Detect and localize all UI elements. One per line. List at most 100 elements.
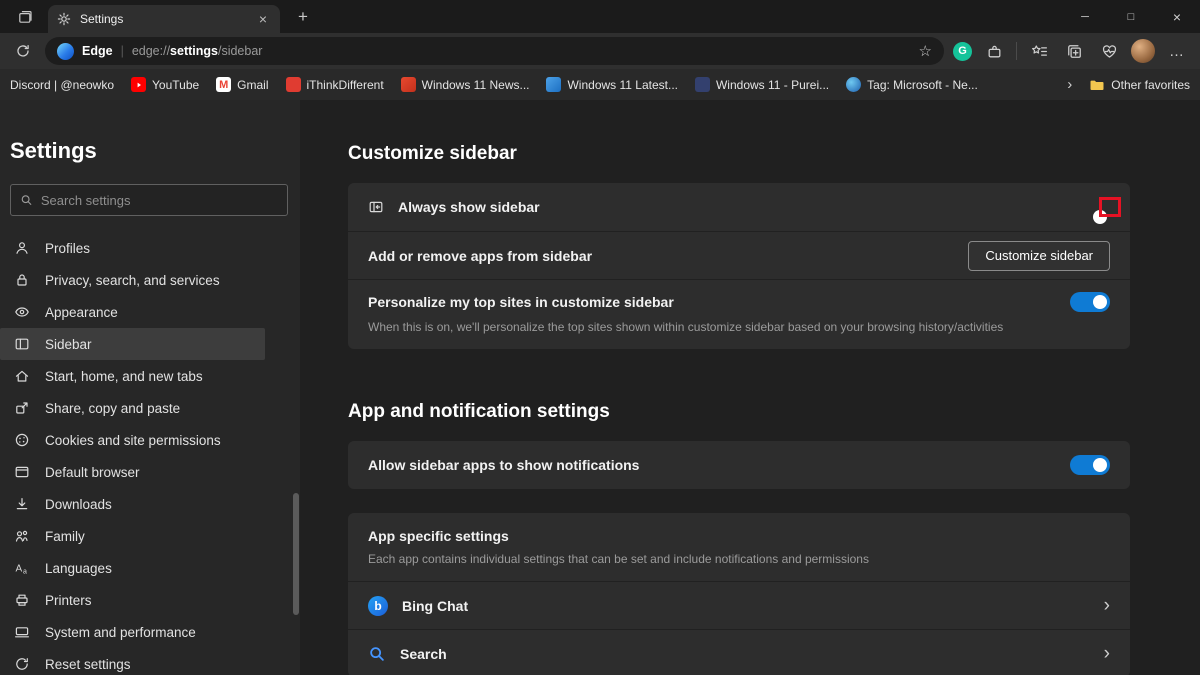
favorite-youtube[interactable]: YouTube <box>131 77 199 92</box>
sidebar-item-start-home-tabs[interactable]: Start, home, and new tabs <box>0 360 265 392</box>
extensions-icon[interactable] <box>981 38 1007 64</box>
favorite-label: Tag: Microsoft - Ne... <box>867 78 978 92</box>
favorite-discord[interactable]: Discord | @neowko <box>10 78 114 92</box>
sidebar-item-privacy[interactable]: Privacy, search, and services <box>0 264 265 296</box>
favorite-gmail[interactable]: M Gmail <box>216 77 268 92</box>
other-favorites[interactable]: Other favorites <box>1089 77 1190 93</box>
address-bar[interactable]: Edge | edge://settings/sidebar ☆ <box>45 37 944 65</box>
url-host: settings <box>170 44 218 58</box>
sidebar-item-share-copy-paste[interactable]: Share, copy and paste <box>0 392 265 424</box>
search-settings-input[interactable] <box>41 193 278 208</box>
favorite-label: Windows 11 Latest... <box>567 78 678 92</box>
allow-notifications-toggle[interactable] <box>1070 455 1110 475</box>
browser-essentials-icon[interactable] <box>1096 38 1122 64</box>
sidebar-item-reset-settings[interactable]: Reset settings <box>0 648 265 675</box>
nav-item-label: Start, home, and new tabs <box>45 369 203 384</box>
url-scheme: edge:// <box>132 44 170 58</box>
cookie-icon <box>14 432 30 448</box>
ithinkdifferent-icon <box>286 77 301 92</box>
more-menu-button[interactable]: … <box>1164 38 1190 64</box>
add-remove-apps-row: Add or remove apps from sidebar Customiz… <box>348 231 1130 279</box>
window-controls: ─ □ × <box>1062 0 1200 33</box>
settings-title: Settings <box>10 138 300 164</box>
new-tab-button[interactable]: + <box>290 4 316 30</box>
customize-sidebar-button[interactable]: Customize sidebar <box>968 241 1110 271</box>
sidebar-item-appearance[interactable]: Appearance <box>0 296 265 328</box>
favorite-label: Gmail <box>237 78 268 92</box>
page-body: Settings Profiles Privacy, search, and s… <box>0 100 1200 675</box>
favorite-tag-microsoft[interactable]: Tag: Microsoft - Ne... <box>846 77 978 92</box>
lock-icon <box>14 272 30 288</box>
share-icon <box>14 400 30 416</box>
toolbar-divider <box>1016 42 1017 60</box>
nav-item-label: Family <box>45 529 85 544</box>
svg-text:a: a <box>23 569 27 576</box>
languages-icon: Aa <box>14 560 30 576</box>
settings-nav-items: Profiles Privacy, search, and services A… <box>0 232 300 675</box>
add-favorite-icon[interactable]: ☆ <box>919 42 932 60</box>
grammarly-icon[interactable]: G <box>953 42 972 61</box>
sidebar-item-printers[interactable]: Printers <box>0 584 265 616</box>
favorite-windows11-news[interactable]: Windows 11 News... <box>401 77 530 92</box>
minimize-button[interactable]: ─ <box>1062 0 1108 33</box>
toolbar: Edge | edge://settings/sidebar ☆ G … <box>0 33 1200 69</box>
tab-close-icon[interactable]: × <box>254 10 272 28</box>
nav-scrollbar[interactable] <box>293 100 299 675</box>
refresh-button[interactable] <box>10 38 36 64</box>
favorite-windows11-purei[interactable]: Windows 11 - Purei... <box>695 77 829 92</box>
family-icon <box>14 528 30 544</box>
folder-icon <box>1089 77 1105 93</box>
allow-notifications-label: Allow sidebar apps to show notifications <box>368 457 639 473</box>
download-icon <box>14 496 30 512</box>
sidebar-item-downloads[interactable]: Downloads <box>0 488 265 520</box>
app-specific-settings-header: App specific settings Each app contains … <box>348 513 1130 581</box>
search-app-row[interactable]: Search › <box>348 629 1130 675</box>
home-icon <box>14 368 30 384</box>
sidebar-item-default-browser[interactable]: Default browser <box>0 456 265 488</box>
settings-search-box[interactable] <box>10 184 288 216</box>
sidebar-item-profiles[interactable]: Profiles <box>0 232 265 264</box>
sidebar-item-sidebar[interactable]: Sidebar <box>0 328 265 360</box>
windows11-latest-icon <box>546 77 561 92</box>
url-path: /sidebar <box>218 44 262 58</box>
nav-item-label: Default browser <box>45 465 140 480</box>
favorite-ithinkdifferent[interactable]: iThinkDifferent <box>286 77 384 92</box>
bing-chat-row[interactable]: b Bing Chat › <box>348 581 1130 629</box>
refresh-icon <box>15 43 31 59</box>
always-show-sidebar-row: Always show sidebar <box>348 183 1130 231</box>
printer-icon <box>14 592 30 608</box>
close-button[interactable]: × <box>1154 0 1200 33</box>
nav-item-label: Reset settings <box>45 657 131 672</box>
favorites-overflow-chevron[interactable]: › <box>1067 76 1072 93</box>
youtube-icon <box>131 77 146 92</box>
profile-avatar[interactable] <box>1131 39 1155 63</box>
sidebar-item-languages[interactable]: Aa Languages <box>0 552 265 584</box>
nav-item-label: Languages <box>45 561 112 576</box>
favorite-label: YouTube <box>152 78 199 92</box>
nav-scrollbar-thumb[interactable] <box>293 493 299 615</box>
bing-chat-icon: b <box>368 596 388 616</box>
collections-icon[interactable] <box>1061 38 1087 64</box>
sidebar-item-family[interactable]: Family <box>0 520 265 552</box>
sidebar-item-system-performance[interactable]: System and performance <box>0 616 265 648</box>
search-icon <box>20 193 33 207</box>
app-specific-settings-title: App specific settings <box>368 528 1110 544</box>
tab-actions-button[interactable] <box>8 4 42 30</box>
maximize-button[interactable]: □ <box>1108 0 1154 33</box>
personalize-top-sites-toggle[interactable] <box>1070 292 1110 312</box>
sidebar-item-cookies-permissions[interactable]: Cookies and site permissions <box>0 424 265 456</box>
favorites-icon[interactable] <box>1026 38 1052 64</box>
titlebar: Settings × + ─ □ × <box>0 0 1200 33</box>
browser-tab-settings[interactable]: Settings × <box>48 5 280 33</box>
app-specific-settings-description: Each app contains individual settings th… <box>368 551 1110 567</box>
nav-item-label: Cookies and site permissions <box>45 433 221 448</box>
settings-nav: Settings Profiles Privacy, search, and s… <box>0 100 300 675</box>
nav-item-label: Privacy, search, and services <box>45 273 220 288</box>
search-app-icon <box>368 645 386 663</box>
windows11-purei-icon <box>695 77 710 92</box>
nav-item-label: Sidebar <box>45 337 92 352</box>
personalize-top-sites-description: When this is on, we'll personalize the t… <box>368 319 1110 335</box>
favorite-windows11-latest[interactable]: Windows 11 Latest... <box>546 77 678 92</box>
nav-item-label: System and performance <box>45 625 196 640</box>
personalize-top-sites-label: Personalize my top sites in customize si… <box>368 294 674 310</box>
